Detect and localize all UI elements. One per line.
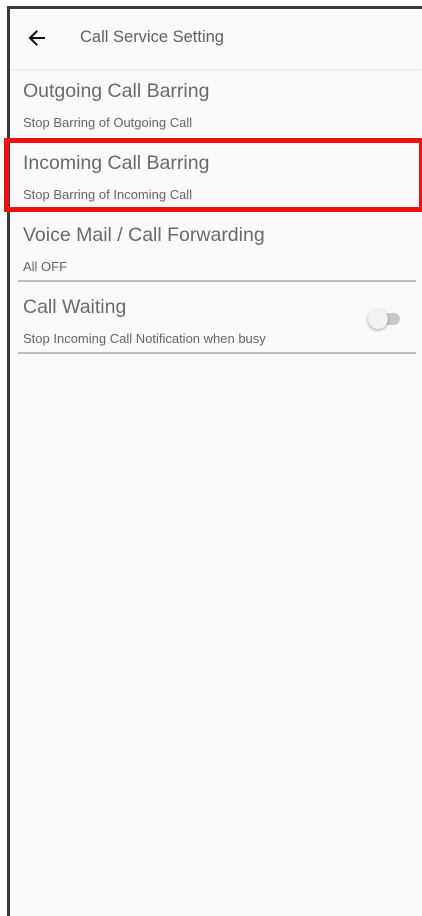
phone-screen: Call Service Setting Outgoing Call Barri… — [4, 6, 422, 916]
setting-title: Call Waiting — [23, 296, 127, 318]
app-bar: Call Service Setting — [10, 9, 422, 69]
setting-voice-mail-call-forwarding[interactable]: Voice Mail / Call Forwarding All OFF — [10, 213, 422, 285]
setting-call-waiting[interactable]: Call Waiting Stop Incoming Call Notifica… — [10, 285, 422, 357]
setting-incoming-call-barring[interactable]: Incoming Call Barring Stop Barring of In… — [10, 141, 422, 213]
setting-title: Incoming Call Barring — [23, 152, 210, 174]
divider — [18, 280, 416, 282]
setting-outgoing-call-barring[interactable]: Outgoing Call Barring Stop Barring of Ou… — [10, 69, 422, 141]
setting-subtitle: All OFF — [23, 259, 68, 274]
setting-title: Voice Mail / Call Forwarding — [23, 224, 265, 246]
call-waiting-toggle[interactable] — [368, 309, 402, 329]
arrow-left-icon — [28, 30, 45, 46]
back-button[interactable] — [22, 23, 52, 53]
setting-subtitle: Stop Barring of Incoming Call — [23, 187, 193, 202]
setting-title: Outgoing Call Barring — [23, 80, 210, 102]
page-title: Call Service Setting — [80, 28, 224, 46]
setting-subtitle: Stop Barring of Outgoing Call — [23, 115, 193, 130]
setting-subtitle: Stop Incoming Call Notification when bus… — [23, 331, 266, 346]
divider — [18, 352, 416, 354]
toggle-thumb — [368, 309, 388, 329]
